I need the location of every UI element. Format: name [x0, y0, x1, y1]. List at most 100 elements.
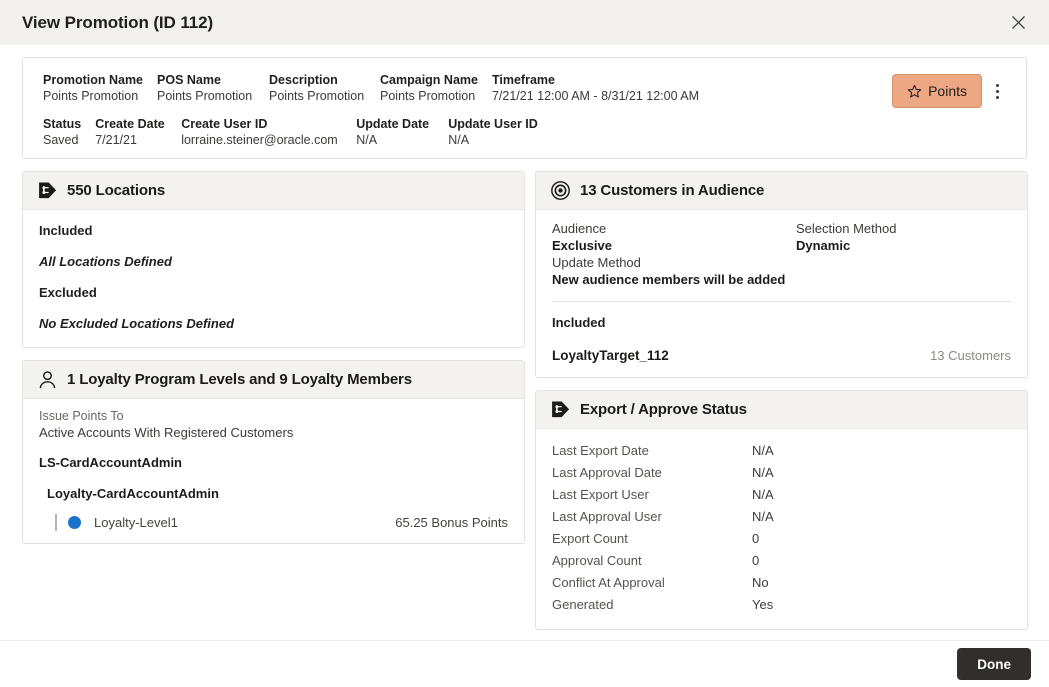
loyalty-panel-body: Issue Points To Active Accounts With Reg… — [23, 399, 524, 543]
audience-panel: 13 Customers in Audience Audience Select… — [535, 171, 1028, 378]
field-value: Saved — [43, 133, 79, 147]
field-label: Timeframe — [491, 73, 555, 87]
kebab-menu-icon — [995, 83, 999, 87]
field-label: Create User ID — [181, 117, 268, 131]
export-row-label: Export Count — [552, 531, 628, 546]
locations-excluded-label: Excluded — [39, 285, 97, 300]
loyalty-level-row[interactable]: Loyalty-Level1 65.25 Bonus Points — [39, 514, 508, 531]
loyalty-panel: 1 Loyalty Program Levels and 9 Loyalty M… — [22, 360, 525, 544]
field-label: Update Date — [356, 117, 430, 131]
export-row-label: Last Approval User — [552, 509, 662, 524]
export-row-value: Yes — [752, 597, 774, 612]
done-button[interactable]: Done — [957, 648, 1031, 680]
field-label: Description — [269, 73, 338, 87]
issue-points-value: Active Accounts With Registered Customer… — [39, 425, 294, 440]
field-value: Points Promotion — [43, 89, 139, 103]
audience-value: Exclusive — [552, 238, 612, 253]
export-approve-panel-body: Last Export Date N/A Last Approval Date … — [536, 429, 1027, 629]
field-value: lorraine.steiner@oracle.com — [181, 133, 338, 147]
field-label: Update User ID — [448, 117, 538, 131]
audience-divider — [552, 301, 1011, 302]
update-method-label: Update Method — [552, 255, 641, 270]
field-timeframe: Timeframe 7/21/21 12:00 AM - 8/31/21 12:… — [492, 72, 713, 105]
export-approve-panel-title: Export / Approve Status — [580, 401, 747, 418]
update-method-value: New audience members will be added — [552, 272, 786, 287]
audience-included-label: Included — [552, 315, 606, 330]
field-value: Points Promotion — [157, 89, 253, 103]
export-row-value: N/A — [752, 443, 774, 458]
overflow-menu-button[interactable] — [984, 74, 1010, 108]
export-row-value: 0 — [752, 553, 760, 568]
export-row-value: 0 — [752, 531, 760, 546]
points-badge-button[interactable]: Points — [892, 74, 982, 108]
audience-details-grid: Audience Selection Method Exclusive Dyna… — [552, 220, 1011, 288]
table-row: Conflict At Approval No — [552, 572, 1011, 594]
field-description: Description Points Promotion — [269, 72, 380, 105]
field-value: Points Promotion — [380, 89, 476, 103]
field-update-date: Update Date N/A — [356, 116, 448, 149]
locations-excluded-value: No Excluded Locations Defined — [39, 316, 235, 331]
field-pos-name: POS Name Points Promotion — [157, 72, 269, 105]
close-button[interactable] — [1001, 6, 1035, 40]
star-icon — [907, 84, 922, 98]
field-value: 7/21/21 12:00 AM - 8/31/21 12:00 AM — [491, 89, 700, 103]
export-row-label: Last Approval Date — [552, 465, 662, 480]
audience-panel-body: Audience Selection Method Exclusive Dyna… — [536, 210, 1027, 377]
audience-panel-title: 13 Customers in Audience — [580, 182, 765, 199]
export-row-label: Conflict At Approval — [552, 575, 665, 590]
field-value: 7/21/21 — [95, 133, 137, 147]
page-title: View Promotion (ID 112) — [22, 12, 214, 32]
field-value: Points Promotion — [269, 89, 365, 103]
locations-panel-header: 550 Locations — [23, 172, 524, 210]
view-promotion-dialog: View Promotion (ID 112) Promotion Name P… — [0, 0, 1049, 687]
locations-panel-title: 550 Locations — [67, 182, 166, 199]
panels-grid: 550 Locations Included All Locations Def… — [22, 171, 1028, 630]
summary-row-1: Promotion Name Points Promotion POS Name… — [43, 72, 892, 105]
table-row: Generated Yes — [552, 594, 1011, 616]
export-row-value: N/A — [752, 465, 774, 480]
summary-row-2: Status Saved Create Date 7/21/21 Create … — [43, 116, 892, 149]
field-promotion-name: Promotion Name Points Promotion — [43, 72, 157, 105]
tag-icon — [552, 401, 570, 418]
loyalty-panel-title: 1 Loyalty Program Levels and 9 Loyalty M… — [67, 371, 412, 388]
loyalty-panel-header: 1 Loyalty Program Levels and 9 Loyalty M… — [23, 361, 524, 399]
field-status: Status Saved — [43, 116, 95, 149]
loyalty-subgroup: Loyalty-CardAccountAdmin — [47, 486, 219, 501]
dialog-titlebar: View Promotion (ID 112) — [0, 0, 1049, 45]
summary-actions: Points — [892, 74, 1010, 108]
tag-icon — [39, 182, 57, 199]
dialog-body: Promotion Name Points Promotion POS Name… — [0, 45, 1049, 640]
audience-target-row[interactable]: LoyaltyTarget_112 13 Customers — [552, 348, 1011, 363]
audience-target-count: 13 Customers — [930, 348, 1011, 363]
field-campaign-name: Campaign Name Points Promotion — [380, 72, 492, 105]
export-row-value: No — [752, 575, 769, 590]
locations-included-value: All Locations Defined — [39, 254, 172, 269]
loyalty-group: LS-CardAccountAdmin — [39, 455, 182, 470]
field-create-date: Create Date 7/21/21 — [95, 116, 181, 149]
table-row: Export Count 0 — [552, 528, 1011, 550]
level-indent-bar — [55, 514, 57, 531]
selection-method-value: Dynamic — [796, 238, 851, 253]
locations-panel: 550 Locations Included All Locations Def… — [22, 171, 525, 348]
export-approve-panel-header: Export / Approve Status — [536, 391, 1027, 429]
table-row: Last Approval User N/A — [552, 506, 1011, 528]
table-row: Last Export Date N/A — [552, 440, 1011, 462]
field-update-user-id: Update User ID N/A — [448, 116, 552, 149]
locations-panel-body: Included All Locations Defined Excluded … — [23, 210, 524, 347]
field-create-user-id: Create User ID lorraine.steiner@oracle.c… — [181, 116, 356, 149]
export-row-label: Generated — [552, 597, 614, 612]
level-points: 65.25 Bonus Points — [395, 515, 508, 530]
level-status-dot — [68, 516, 81, 529]
selection-method-label: Selection Method — [796, 221, 897, 236]
left-column: 550 Locations Included All Locations Def… — [22, 171, 525, 544]
field-label: Create Date — [95, 117, 165, 131]
audience-panel-header: 13 Customers in Audience — [536, 172, 1027, 210]
right-column: 13 Customers in Audience Audience Select… — [535, 171, 1028, 630]
table-row: Approval Count 0 — [552, 550, 1011, 572]
dialog-footer: Done — [0, 640, 1049, 687]
person-icon — [39, 371, 56, 389]
issue-points-label: Issue Points To — [39, 409, 124, 423]
export-approve-panel: Export / Approve Status Last Export Date… — [535, 390, 1028, 630]
close-icon — [1011, 16, 1025, 29]
audience-label: Audience — [552, 221, 607, 236]
